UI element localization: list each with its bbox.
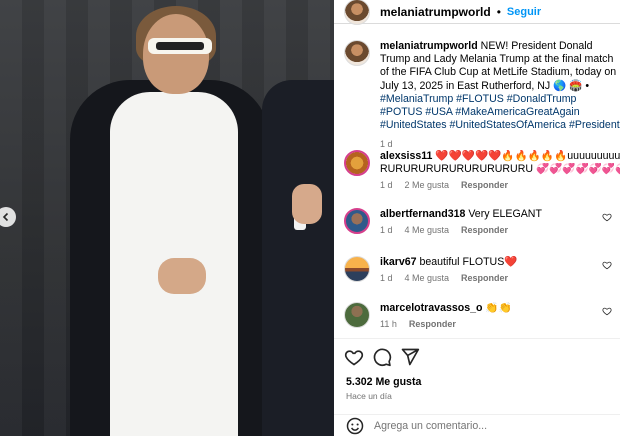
caption-hashtags[interactable]: #MelaniaTrump #FLOTUS #DonaldTrump #POTU… [380, 93, 620, 131]
caption-username[interactable]: melaniatrumpworld [380, 40, 478, 52]
comment-avatar[interactable] [344, 150, 370, 176]
comment-text: beautiful FLOTUS❤️ [419, 256, 518, 268]
post-sidebar: melaniatrumpworld • Seguir melaniatrumpw… [334, 0, 620, 436]
comment-icon[interactable] [372, 347, 392, 367]
comment-text: ❤️❤️❤️❤️❤️🔥🔥🔥🔥🔥uuuuuuuuuuuu [435, 150, 620, 162]
comment-heart-icon[interactable] [602, 212, 612, 222]
comment-avatar[interactable] [344, 208, 370, 234]
comment-item: marcelotravassos_o 👏👏 11 h Responder [344, 302, 620, 329]
share-icon[interactable] [400, 347, 420, 367]
reply-button[interactable]: Responder [461, 273, 508, 283]
comment-age: 11 h [380, 319, 397, 329]
comment-username[interactable]: marcelotravassos_o [380, 302, 482, 314]
comment-heart-icon[interactable] [602, 306, 612, 316]
post-time[interactable]: Hace un día [346, 391, 392, 401]
post-photo [0, 0, 334, 436]
post-header: melaniatrumpworld • Seguir [334, 0, 620, 25]
comment-like-count[interactable]: 2 Me gusta [405, 180, 450, 190]
comment-username[interactable]: albertfernand318 [380, 208, 465, 220]
comment-item: albertfernand318 Very ELEGANT 1 d 4 Me g… [344, 208, 620, 235]
comment-text: Very ELEGANT [468, 208, 542, 220]
comment-age: 1 d [380, 225, 393, 235]
comment-item: ikarv67 beautiful FLOTUS❤️ 1 d 4 Me gust… [344, 256, 620, 283]
comment-input[interactable] [374, 419, 594, 432]
reply-button[interactable]: Responder [409, 319, 456, 329]
comment-like-count[interactable]: 4 Me gusta [405, 225, 450, 235]
photo-face [143, 14, 209, 94]
comment-heart-icon[interactable] [602, 260, 612, 270]
photo-man-hand [292, 184, 322, 224]
comment-text-continued: RURURURURURURURURURU 💞💞💞💞💞💞💞🌷🌷🌷 [380, 163, 620, 175]
emoji-icon[interactable] [346, 417, 364, 435]
comment-username[interactable]: ikarv67 [380, 256, 417, 268]
header-separator: • [496, 4, 501, 19]
caption-avatar[interactable] [344, 40, 370, 66]
reply-button[interactable]: Responder [461, 180, 508, 190]
photo-man-suit [262, 80, 334, 436]
comment-age: 1 d [380, 273, 393, 283]
photo-sunglasses [148, 38, 212, 54]
comment-age: 1 d [380, 180, 393, 190]
comment-text: 👏👏 [485, 302, 512, 314]
follow-button[interactable]: Seguir [507, 6, 541, 18]
post-caption: melaniatrumpworld NEW! President Donald … [344, 40, 620, 152]
comment-item: alexsiss11 ❤️❤️❤️❤️❤️🔥🔥🔥🔥🔥uuuuuuuuuuuu R… [344, 150, 620, 190]
comment-avatar[interactable] [344, 256, 370, 282]
photo-hands [158, 258, 206, 294]
reply-button[interactable]: Responder [461, 225, 508, 235]
author-username[interactable]: melaniatrumpworld [380, 5, 491, 19]
author-avatar[interactable] [344, 0, 370, 25]
like-count[interactable]: 5.302 Me gusta [346, 376, 421, 388]
comment-avatar[interactable] [344, 302, 370, 328]
comment-like-count[interactable]: 4 Me gusta [405, 273, 450, 283]
comment-username[interactable]: alexsiss11 [380, 150, 432, 162]
chevron-left-icon [2, 212, 9, 222]
heart-icon[interactable] [344, 347, 364, 367]
comment-composer [334, 414, 620, 436]
post-actions-bar [334, 338, 620, 378]
